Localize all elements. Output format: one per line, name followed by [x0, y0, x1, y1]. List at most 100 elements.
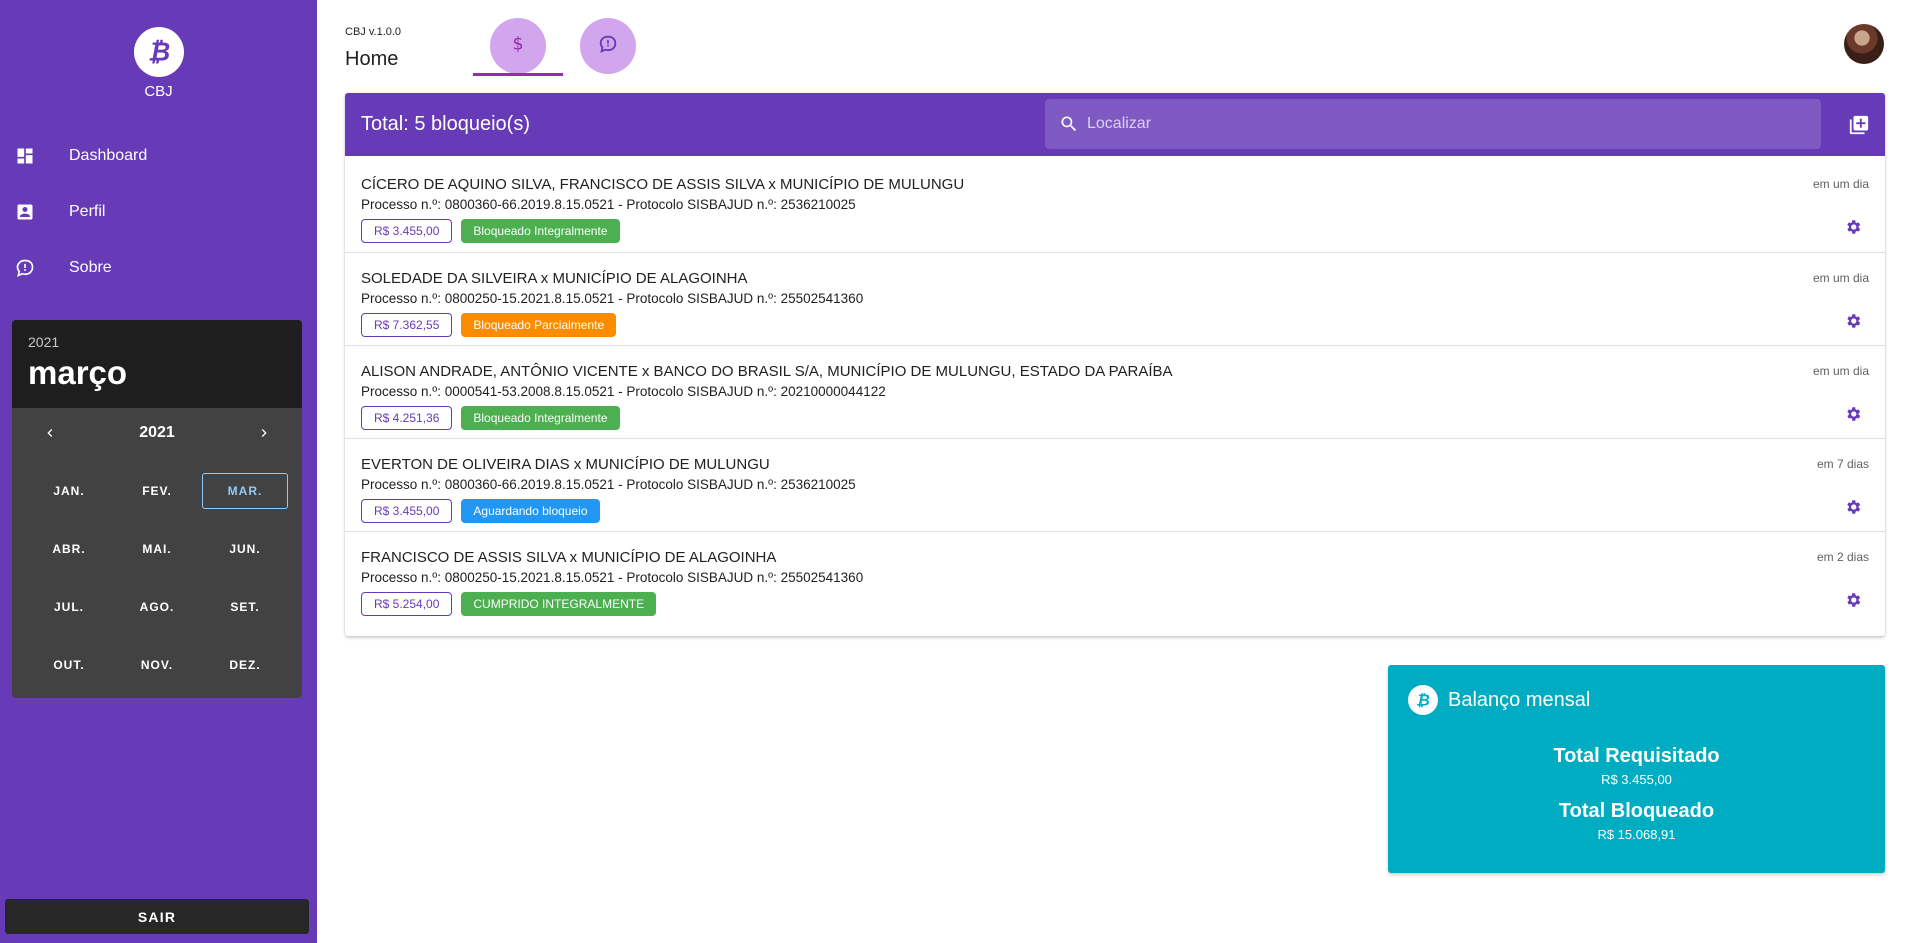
list-item-subtitle: Processo n.º: 0800360-66.2019.8.15.0521 …: [361, 197, 856, 212]
list-item-time: em 7 dias: [1816, 457, 1869, 471]
total-requested-value: R$ 3.455,00: [1601, 772, 1672, 787]
bitcoin-logo-icon: ₿: [133, 27, 184, 77]
list-item-title: EVERTON DE OLIVEIRA DIAS x MUNICÍPIO DE …: [361, 456, 770, 473]
search-input[interactable]: [1087, 115, 1821, 133]
list-item[interactable]: CÍCERO DE AQUINO SILVA, FRANCISCO DE ASS…: [345, 159, 1885, 252]
sidebar-item-label: Dashboard: [69, 147, 148, 164]
balance-title: Balanço mensal: [1448, 688, 1591, 711]
list-item-time: em um dia: [1812, 177, 1869, 191]
total-blocked: Total Bloqueado R$ 15.068,91: [1388, 800, 1885, 842]
month-button[interactable]: MAI.: [114, 531, 200, 567]
list-item[interactable]: SOLEDADE DA SILVEIRA x MUNICÍPIO DE ALAG…: [345, 252, 1885, 345]
sidebar-item-label: Sobre: [69, 259, 112, 276]
month-picker: 2021 março 2021 JAN. FEV. MAR. ABR. MAI.…: [12, 320, 302, 698]
month-button[interactable]: FEV.: [114, 473, 200, 509]
value-chip: R$ 5.254,00: [361, 592, 453, 616]
feedback-icon: [14, 257, 36, 279]
status-badge: Aguardando bloqueio: [461, 499, 600, 523]
value-chip: R$ 4.251,36: [361, 406, 453, 430]
list-item-time: em um dia: [1812, 271, 1869, 285]
feedback-icon: [597, 33, 619, 60]
status-badge: Bloqueado Parcialmente: [461, 313, 617, 337]
list-item-time: em 2 dias: [1816, 550, 1869, 564]
list-item-title: ALISON ANDRADE, ANTÔNIO VICENTE x BANCO …: [361, 363, 1173, 380]
month-button[interactable]: DEZ.: [202, 647, 288, 683]
tab-feedback[interactable]: [580, 18, 636, 74]
year-label[interactable]: 2021: [139, 424, 175, 442]
sidebar-item-dashboard[interactable]: Dashboard: [0, 128, 317, 184]
sidebar-item-sobre[interactable]: Sobre: [0, 240, 317, 296]
chevron-left-icon[interactable]: [38, 421, 62, 445]
list-item-title: SOLEDADE DA SILVEIRA x MUNICÍPIO DE ALAG…: [361, 270, 748, 287]
month-grid: JAN. FEV. MAR. ABR. MAI. JUN. JUL. AGO. …: [12, 458, 302, 698]
month-picker-header-month: março: [28, 354, 128, 391]
svg-text:$: $: [512, 34, 523, 54]
month-button[interactable]: NOV.: [114, 647, 200, 683]
chevron-right-icon[interactable]: [252, 421, 276, 445]
list-item-subtitle: Processo n.º: 0800360-66.2019.8.15.0521 …: [361, 477, 856, 492]
status-badge: CUMPRIDO INTEGRALMENTE: [461, 592, 657, 616]
balance-header: ₿ Balanço mensal: [1408, 685, 1590, 715]
month-button[interactable]: JAN.: [26, 473, 112, 509]
dashboard-icon: [14, 145, 36, 167]
logout-button[interactable]: SAIR: [5, 899, 309, 934]
month-button[interactable]: JUL.: [26, 589, 112, 625]
app-version: CBJ v.1.0.0: [345, 26, 402, 38]
value-chip: R$ 7.362,55: [361, 313, 453, 337]
list-item-time: em um dia: [1812, 364, 1869, 378]
status-badge: Bloqueado Integralmente: [461, 219, 620, 243]
brand-name: CBJ: [144, 83, 173, 100]
month-button[interactable]: OUT.: [26, 647, 112, 683]
search-icon: [1059, 114, 1079, 134]
month-picker-header-year[interactable]: 2021: [28, 334, 286, 350]
search-box: [1045, 99, 1821, 149]
month-button[interactable]: AGO.: [114, 589, 200, 625]
list-item-subtitle: Processo n.º: 0800250-15.2021.8.15.0521 …: [361, 570, 864, 585]
total-blocked-label: Total Bloqueado: [1558, 800, 1715, 822]
list-item-title: CÍCERO DE AQUINO SILVA, FRANCISCO DE ASS…: [361, 176, 965, 193]
sidebar-item-label: Perfil: [69, 203, 106, 220]
value-chip: R$ 3.455,00: [361, 219, 453, 243]
page-title: Home: [345, 48, 399, 70]
gear-icon[interactable]: [1843, 404, 1863, 424]
list-item[interactable]: EVERTON DE OLIVEIRA DIAS x MUNICÍPIO DE …: [345, 438, 1885, 531]
account-box-icon: [14, 201, 36, 223]
user-avatar[interactable]: [1844, 24, 1884, 64]
list-toolbar: Total: 5 bloqueio(s): [345, 93, 1885, 156]
sidebar: ₿ CBJ Dashboard Perfil Sobre 2021 março: [0, 0, 317, 943]
total-requested: Total Requisitado R$ 3.455,00: [1388, 745, 1885, 787]
gear-icon[interactable]: [1843, 217, 1863, 237]
value-chip: R$ 3.455,00: [361, 499, 453, 523]
list-item-subtitle: Processo n.º: 0000541-53.2008.8.15.0521 …: [361, 384, 886, 399]
list-item-subtitle: Processo n.º: 0800250-15.2021.8.15.0521 …: [361, 291, 864, 306]
tab-bloqueios[interactable]: $: [490, 18, 546, 74]
bloqueios-card: Total: 5 bloqueio(s) CÍCERO DE AQUINO SI…: [345, 93, 1885, 636]
status-badge: Bloqueado Integralmente: [461, 406, 620, 430]
total-requested-label: Total Requisitado: [1553, 745, 1720, 767]
list-item-title: FRANCISCO DE ASSIS SILVA x MUNICÍPIO DE …: [361, 549, 777, 566]
gear-icon[interactable]: [1843, 311, 1863, 331]
month-button[interactable]: SET.: [202, 589, 288, 625]
brand: ₿ CBJ: [0, 27, 317, 100]
month-button[interactable]: JUN.: [202, 531, 288, 567]
month-button-selected[interactable]: MAR.: [202, 473, 288, 509]
dollar-icon: $: [507, 33, 529, 60]
svg-text:₿: ₿: [1416, 692, 1430, 710]
sidebar-item-perfil[interactable]: Perfil: [0, 184, 317, 240]
gear-icon[interactable]: [1843, 590, 1863, 610]
list-total-title: Total: 5 bloqueio(s): [361, 113, 530, 135]
year-navigation: 2021: [12, 408, 302, 458]
add-box-icon[interactable]: [1847, 113, 1871, 137]
bitcoin-logo-icon: ₿: [1408, 685, 1438, 715]
gear-icon[interactable]: [1843, 497, 1863, 517]
monthly-balance-card: ₿ Balanço mensal Total Requisitado R$ 3.…: [1388, 665, 1885, 873]
svg-text:₿: ₿: [147, 38, 169, 68]
list-item[interactable]: FRANCISCO DE ASSIS SILVA x MUNICÍPIO DE …: [345, 531, 1885, 624]
tab-active-indicator: [473, 73, 563, 76]
bloqueios-list: CÍCERO DE AQUINO SILVA, FRANCISCO DE ASS…: [345, 156, 1885, 624]
month-button[interactable]: ABR.: [26, 531, 112, 567]
sidebar-nav: Dashboard Perfil Sobre: [0, 128, 317, 296]
month-picker-header: 2021 março: [12, 320, 302, 408]
total-blocked-value: R$ 15.068,91: [1597, 827, 1676, 842]
list-item[interactable]: ALISON ANDRADE, ANTÔNIO VICENTE x BANCO …: [345, 345, 1885, 438]
